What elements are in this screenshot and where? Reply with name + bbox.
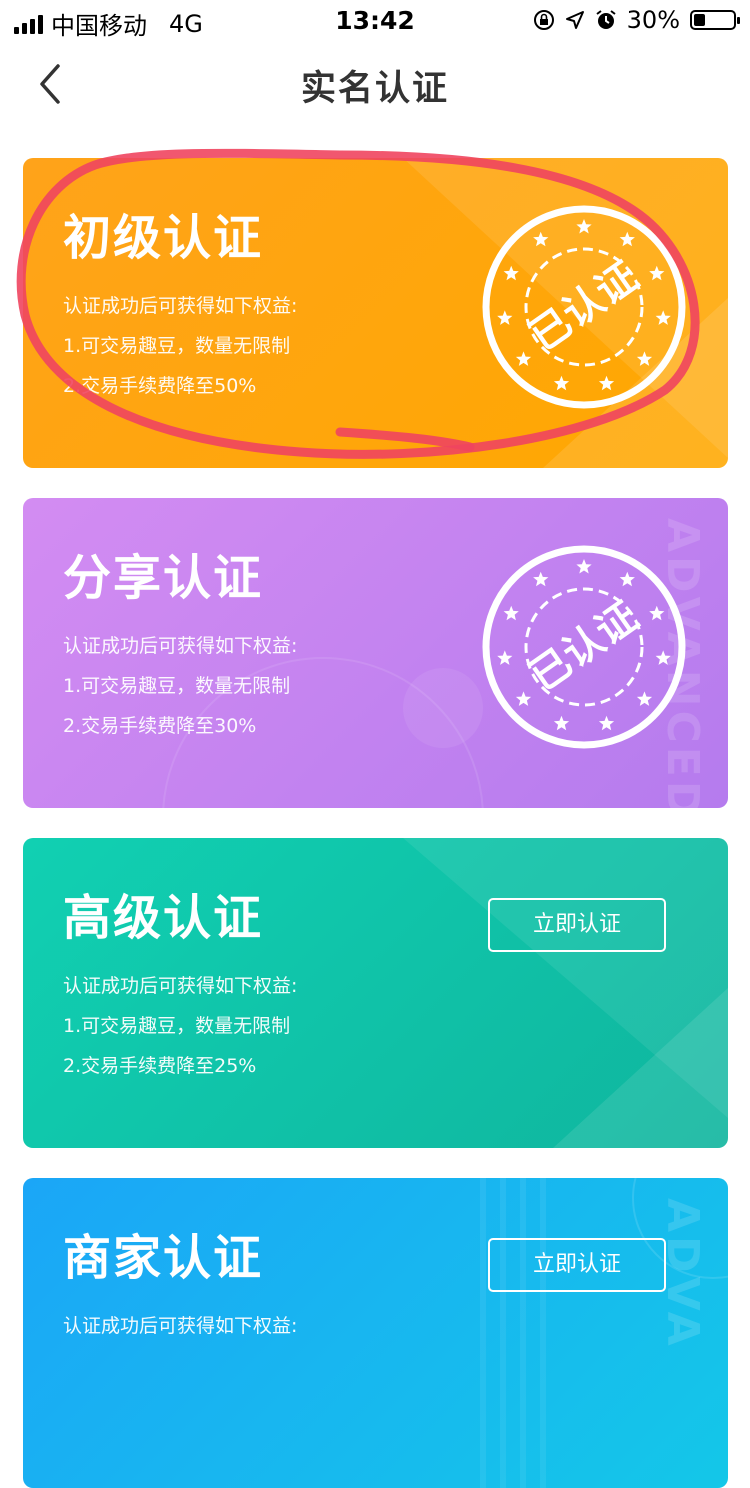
star-icon	[655, 650, 671, 665]
star-icon	[497, 310, 513, 325]
card-title: 初级认证	[63, 210, 264, 266]
star-icon	[533, 231, 549, 247]
benefits-intro: 认证成功后可获得如下权益:	[63, 975, 298, 997]
benefit-item: 2.交易手续费降至50%	[63, 375, 257, 397]
battery-percent: 30%	[626, 6, 680, 34]
star-icon	[553, 375, 570, 391]
star-icon	[655, 310, 671, 325]
location-icon	[565, 11, 584, 29]
battery-icon	[690, 10, 740, 30]
page-title: 实名认证	[300, 69, 449, 109]
star-icon	[576, 219, 592, 234]
benefit-item: 1.可交易趣豆，数量无限制	[63, 675, 291, 697]
status-bar: 中国移动 4G 13:42 30%	[0, 0, 750, 40]
benefit-item: 2.交易手续费降至25%	[63, 1055, 257, 1077]
card-title: 高级认证	[63, 890, 264, 946]
star-icon	[515, 691, 532, 706]
benefit-item: 1.可交易趣豆，数量无限制	[63, 1015, 291, 1037]
star-icon	[515, 351, 532, 366]
card-advanced-verification: 高级认证 认证成功后可获得如下权益: 1.可交易趣豆，数量无限制 2.交易手续费…	[23, 838, 728, 1148]
benefit-item: 2.交易手续费降至30%	[63, 715, 257, 737]
battery-fill	[694, 14, 705, 26]
nav-bar: 实名认证	[0, 40, 750, 128]
star-icon	[553, 715, 570, 731]
verified-stamp-icon: 已认证	[482, 545, 686, 749]
benefit-item: 1.可交易趣豆，数量无限制	[63, 335, 291, 357]
verify-now-button[interactable]: 立即认证	[488, 1238, 666, 1292]
alarm-icon	[596, 10, 616, 29]
rotation-lock-icon	[533, 10, 554, 30]
benefits-intro: 认证成功后可获得如下权益:	[63, 635, 298, 657]
star-icon	[619, 231, 635, 247]
benefits-intro: 认证成功后可获得如下权益:	[63, 295, 298, 317]
star-icon	[636, 351, 653, 366]
card-share-verification: ADVANCED 分享认证 认证成功后可获得如下权益: 1.可交易趣豆，数量无限…	[23, 498, 728, 808]
card-basic-verification: 初级认证 认证成功后可获得如下权益: 1.可交易趣豆，数量无限制 2.交易手续费…	[23, 158, 728, 468]
benefits-intro: 认证成功后可获得如下权益:	[63, 1315, 298, 1337]
star-icon	[503, 265, 519, 281]
card-title: 商家认证	[63, 1230, 264, 1286]
card-benefits: 认证成功后可获得如下权益:	[63, 1306, 297, 1346]
star-icon	[619, 571, 635, 587]
star-icon	[497, 650, 513, 665]
star-icon	[649, 265, 665, 281]
card-title: 分享认证	[63, 550, 264, 606]
card-benefits: 认证成功后可获得如下权益: 1.可交易趣豆，数量无限制 2.交易手续费降至25%	[63, 966, 297, 1086]
star-icon	[503, 605, 519, 621]
star-icon	[598, 375, 615, 391]
status-right: 30%	[533, 6, 740, 34]
star-icon	[576, 559, 592, 574]
card-benefits: 认证成功后可获得如下权益: 1.可交易趣豆，数量无限制 2.交易手续费降至50%	[63, 286, 297, 406]
star-icon	[649, 605, 665, 621]
card-benefits: 认证成功后可获得如下权益: 1.可交易趣豆，数量无限制 2.交易手续费降至30%	[63, 626, 297, 746]
star-icon	[533, 571, 549, 587]
verified-stamp-icon: 已认证	[482, 205, 686, 409]
star-icon	[598, 715, 615, 731]
card-merchant-verification: ADVA 商家认证 认证成功后可获得如下权益: 立即认证	[23, 1178, 728, 1488]
verify-now-button[interactable]: 立即认证	[488, 898, 666, 952]
star-icon	[636, 691, 653, 706]
